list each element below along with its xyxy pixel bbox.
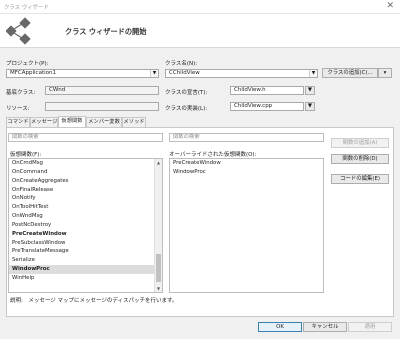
scroll-down-icon[interactable]: ▼ xyxy=(155,286,162,291)
virtual-function-item[interactable]: PreTranslateMessage xyxy=(9,247,162,256)
override-search-input[interactable]: 関数の検索 xyxy=(169,133,324,142)
title-bar: クラス ウィザード ✕ xyxy=(0,0,400,14)
close-icon[interactable]: ✕ xyxy=(386,1,394,11)
virtual-functions-label: 仮想関数(F): xyxy=(10,152,42,158)
overridden-function-item[interactable]: WindowProc xyxy=(170,168,323,177)
add-class-dropdown-button[interactable]: ▾ xyxy=(378,68,392,78)
description-text: 説明: メッセージ マップにメッセージのディスパッチを行います。 xyxy=(10,298,178,304)
base-class-value: CWnd xyxy=(49,87,66,93)
overridden-function-item[interactable]: PreCreateWindow xyxy=(170,159,323,168)
class-implementation-value: ChildView.cpp xyxy=(234,103,273,109)
virtual-function-item[interactable]: OnToolHitTest xyxy=(9,203,162,212)
class-wizard-logo-icon xyxy=(6,17,31,45)
class-implementation-label: クラスの実装(L): xyxy=(165,106,208,112)
delete-function-button[interactable]: 関数の削除(D) xyxy=(331,154,389,164)
window-title: クラス ウィザード xyxy=(4,5,49,11)
chevron-down-icon: ▼ xyxy=(307,103,313,109)
add-function-button[interactable]: 関数の追加(A) xyxy=(331,138,389,148)
virtual-function-item[interactable]: OnWndMsg xyxy=(9,212,162,221)
project-value: MFCApplication1 xyxy=(10,70,56,76)
resource-field xyxy=(45,102,159,111)
virtual-function-item[interactable]: Serialize xyxy=(9,256,162,265)
edit-code-button[interactable]: コードの編集(E) xyxy=(331,174,389,184)
scrollbar-thumb[interactable] xyxy=(156,254,161,282)
class-name-dropdown[interactable]: CChildView ▼ xyxy=(165,69,318,78)
virtual-function-item[interactable]: WindowProc xyxy=(9,265,162,274)
virtual-functions-list[interactable]: OnCmdMsg OnCommand OnCreateAggregates OnFin… xyxy=(8,158,163,293)
class-name-label: クラス名(N): xyxy=(165,61,198,67)
virtual-function-item[interactable]: PreSubclassWindow xyxy=(9,239,162,248)
add-class-button[interactable]: クラスの追加(C)... xyxy=(322,68,378,78)
project-dropdown[interactable]: MFCApplication1 ▼ xyxy=(6,69,159,78)
virtual-function-item[interactable]: OnNotify xyxy=(9,194,162,203)
virtual-function-item[interactable]: PreCreateWindow xyxy=(9,230,162,239)
class-implementation-field[interactable]: ChildView.cpp xyxy=(230,102,304,111)
virtual-list-scrollbar[interactable]: ▲ ▼ xyxy=(154,159,162,292)
dialog-footer: OK キャンセル 適用 xyxy=(0,317,400,339)
class-declaration-label: クラスの宣言(T): xyxy=(165,90,208,96)
class-name-value: CChildView xyxy=(169,70,200,76)
class-declaration-value: ChildView.h xyxy=(234,87,266,93)
virtual-function-item[interactable]: OnCmdMsg xyxy=(9,159,162,168)
virtual-function-item[interactable]: OnCreateAggregates xyxy=(9,177,162,186)
wizard-banner: クラス ウィザードの開始 xyxy=(0,14,400,48)
tab-methods[interactable]: メソッド xyxy=(122,117,146,127)
class-declaration-field[interactable]: ChildView.h xyxy=(230,86,304,95)
virtual-function-item[interactable]: WinHelp xyxy=(9,274,162,283)
wizard-title: クラス ウィザードの開始 xyxy=(65,27,147,36)
ok-button[interactable]: OK xyxy=(258,322,302,332)
chevron-down-icon: ▼ xyxy=(307,87,313,93)
virtual-function-item[interactable]: OnCommand xyxy=(9,168,162,177)
overridden-functions-label: オーバーライドされた仮想関数(O): xyxy=(169,152,257,158)
base-class-label: 基底クラス: xyxy=(6,90,36,96)
tab-member-variables[interactable]: メンバー変数 xyxy=(86,117,122,127)
add-class-label: クラスの追加(C)... xyxy=(327,70,373,76)
apply-button[interactable]: 適用 xyxy=(348,322,392,332)
virtual-function-item[interactable]: PostNcDestroy xyxy=(9,221,162,230)
project-label: プロジェクト(P): xyxy=(6,61,49,67)
virtual-functions-panel: 関数の検索 関数の検索 仮想関数(F): オーバーライドされた仮想関数(O): … xyxy=(6,127,394,317)
tab-commands[interactable]: コマンド xyxy=(6,117,30,127)
chevron-down-icon: ▾ xyxy=(383,70,387,76)
tab-virtual-functions[interactable]: 仮想関数 xyxy=(58,116,86,127)
resource-label: リソース: xyxy=(6,106,30,112)
virtual-search-input[interactable]: 関数の検索 xyxy=(8,133,163,142)
chevron-down-icon: ▼ xyxy=(150,70,158,77)
class-implementation-dropdown-button[interactable]: ▼ xyxy=(305,102,315,111)
scroll-up-icon[interactable]: ▲ xyxy=(155,160,162,165)
class-declaration-dropdown-button[interactable]: ▼ xyxy=(305,86,315,95)
base-class-field: CWnd xyxy=(45,86,159,95)
overridden-functions-list[interactable]: PreCreateWindow WindowProc xyxy=(169,158,324,293)
chevron-down-icon: ▼ xyxy=(309,70,317,77)
cancel-button[interactable]: キャンセル xyxy=(303,322,347,332)
tab-messages[interactable]: メッセージ xyxy=(30,117,58,127)
virtual-function-item[interactable]: OnFinalRelease xyxy=(9,186,162,195)
